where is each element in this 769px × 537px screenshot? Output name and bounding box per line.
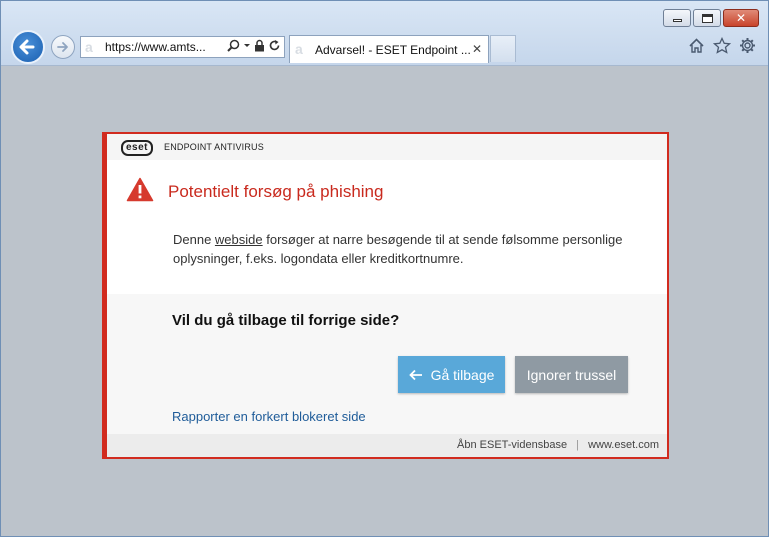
tab-title: Advarsel! - ESET Endpoint ... (315, 43, 471, 57)
footer-separator: | (576, 439, 580, 451)
browser-tab-active[interactable]: a Advarsel! - ESET Endpoint ... ✕ (289, 35, 489, 63)
eset-logo: eset (121, 140, 154, 156)
footer-links: Åbn ESET-vidensbase | www.eset.com (457, 439, 659, 451)
address-bar[interactable]: a https://www.amts... (80, 36, 285, 58)
eset-warning-dialog: eset ENDPOINT ANTIVIRUS Potentielt forsø… (102, 132, 669, 459)
refresh-icon[interactable] (268, 39, 281, 52)
dialog-footer: Åbn ESET-vidensbase | www.eset.com (107, 434, 667, 457)
arrow-left-icon (408, 369, 422, 380)
tab-close-icon[interactable]: ✕ (472, 42, 482, 56)
product-name: ENDPOINT ANTIVIRUS (164, 142, 264, 152)
favorites-star-icon[interactable] (713, 37, 731, 54)
settings-gear-icon[interactable] (739, 37, 756, 54)
warning-triangle-icon (126, 177, 154, 202)
description-pre: Denne (173, 232, 215, 247)
tab-site-icon: a (295, 41, 303, 57)
new-tab-button[interactable] (490, 35, 516, 62)
browser-chrome: ✕ a https://www.amts... a Advarsel! - ES… (1, 1, 768, 66)
address-text: https://www.amts... (105, 40, 206, 54)
lock-icon[interactable] (254, 39, 265, 52)
site-icon: a (85, 39, 93, 55)
browser-tools (688, 37, 756, 54)
dropdown-icon[interactable] (243, 39, 251, 52)
webside-link[interactable]: webside (215, 232, 263, 247)
close-window-button[interactable]: ✕ (723, 9, 759, 27)
minimize-button[interactable] (663, 9, 691, 27)
report-wrongly-blocked-link[interactable]: Rapporter en forkert blokeret side (172, 409, 366, 424)
forward-arrow-icon (57, 42, 68, 52)
knowledgebase-link[interactable]: Åbn ESET-vidensbase (457, 439, 567, 451)
eset-header: eset ENDPOINT ANTIVIRUS (107, 134, 667, 160)
question-text: Vil du gå tilbage til forrige side? (172, 312, 400, 329)
maximize-icon (702, 14, 713, 23)
action-panel: Vil du gå tilbage til forrige side? Gå t… (107, 294, 667, 436)
window-controls: ✕ (663, 9, 759, 27)
warning-title: Potentielt forsøg på phishing (168, 182, 384, 201)
go-back-button[interactable]: Gå tilbage (398, 356, 505, 393)
warning-description: Denne webside forsøger at narre besøgend… (173, 230, 643, 268)
back-button[interactable] (11, 30, 45, 64)
eset-website-link[interactable]: www.eset.com (588, 439, 659, 451)
go-back-label: Gå tilbage (430, 366, 495, 383)
back-arrow-icon (19, 39, 35, 55)
search-icon[interactable] (227, 39, 240, 52)
maximize-button[interactable] (693, 9, 721, 27)
address-bar-icons (227, 39, 281, 52)
home-icon[interactable] (688, 37, 705, 54)
minimize-icon (673, 19, 682, 22)
ignore-threat-button[interactable]: Ignorer trussel (515, 356, 628, 393)
close-icon: ✕ (735, 11, 747, 25)
forward-button[interactable] (51, 35, 75, 59)
browser-window: ✕ a https://www.amts... a Advarsel! - ES… (0, 0, 769, 537)
